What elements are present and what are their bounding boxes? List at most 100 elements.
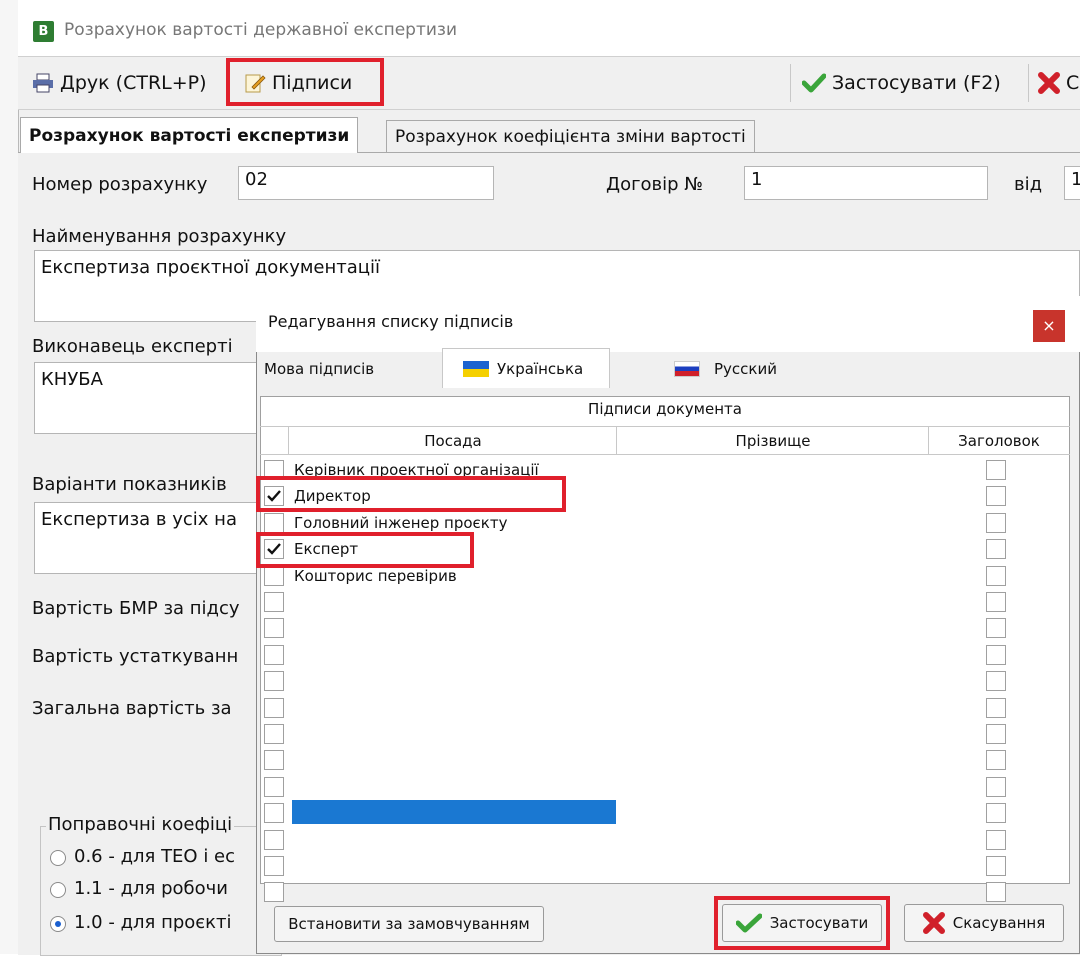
heading-checkbox[interactable]: [986, 698, 1006, 718]
executor-label: Виконавець експерті: [32, 336, 233, 357]
grid-col-sep: [288, 427, 289, 454]
toolbar-separator: [790, 64, 791, 102]
row-checkbox[interactable]: [264, 566, 284, 586]
heading-checkbox[interactable]: [986, 671, 1006, 691]
heading-checkbox[interactable]: [986, 618, 1006, 638]
ukraine-flag-icon: [463, 360, 489, 377]
director-row-highlight: [256, 476, 566, 512]
apply-f2-label: Застосувати (F2): [832, 72, 1001, 94]
radio-coef-0-6-label: 0.6 - для ТЕО і ес: [74, 846, 236, 867]
window-title: Розрахунок вартості державної експертизи: [64, 20, 457, 40]
language-label: Мова підписів: [264, 360, 375, 378]
app-icon: В: [33, 21, 54, 42]
heading-checkbox[interactable]: [986, 460, 1006, 480]
cancel-toolbar-button[interactable]: С: [1038, 66, 1079, 100]
column-header-heading[interactable]: Заголовок: [930, 432, 1068, 450]
radio-coef-1-0[interactable]: [50, 916, 66, 932]
print-label: Друк (CTRL+P): [60, 72, 207, 94]
heading-checkbox[interactable]: [986, 513, 1006, 533]
expert-row-highlight: [256, 532, 474, 568]
row-checkbox[interactable]: [264, 513, 284, 533]
row-checkbox[interactable]: [264, 750, 284, 770]
heading-checkbox[interactable]: [986, 750, 1006, 770]
check-icon: [802, 73, 826, 93]
from-date-input[interactable]: 1: [1064, 166, 1080, 200]
grid-col-sep: [616, 427, 617, 454]
red-cross-icon: [1038, 72, 1060, 94]
variants-label: Варіанти показників: [32, 474, 227, 495]
executor-textarea[interactable]: КНУБА: [34, 362, 264, 434]
russian-label: Русский: [714, 360, 777, 378]
equipment-label: Вартість устаткуванн: [32, 646, 239, 667]
heading-checkbox[interactable]: [986, 724, 1006, 744]
ukrainian-label: Українська: [497, 359, 584, 378]
column-header-position[interactable]: Посада: [290, 432, 616, 450]
row-checkbox[interactable]: [264, 882, 284, 902]
toolbar-separator: [1028, 64, 1029, 102]
tab-russian[interactable]: Русский: [674, 356, 777, 382]
heading-checkbox[interactable]: [986, 566, 1006, 586]
heading-checkbox[interactable]: [986, 856, 1006, 876]
coefficients-label: Поправочні коефіці: [46, 814, 235, 835]
heading-checkbox[interactable]: [986, 882, 1006, 902]
dialog-title: Редагування списку підписів: [268, 312, 514, 331]
radio-coef-1-0-label: 1.0 - для проєкті: [74, 912, 232, 933]
background-window-edge: [0, 0, 18, 954]
variants-textarea[interactable]: Експертиза в усіх на: [34, 502, 264, 574]
set-default-button[interactable]: Встановити за замовчуванням: [274, 906, 544, 942]
heading-checkbox[interactable]: [986, 592, 1006, 612]
row-checkbox[interactable]: [264, 803, 284, 823]
contract-label: Договір №: [606, 174, 704, 195]
contract-input[interactable]: 1: [744, 166, 988, 200]
row-checkbox[interactable]: [264, 830, 284, 850]
signature-pen-icon: [245, 74, 266, 93]
apply-f2-button[interactable]: Застосувати (F2): [802, 66, 1001, 100]
grid-title: Підписи документа: [588, 400, 742, 418]
cancel-toolbar-label: С: [1066, 72, 1080, 94]
dialog-apply-button[interactable]: Застосувати: [722, 904, 882, 942]
row-position[interactable]: Кошторис перевірив: [294, 567, 457, 585]
grid-header-line: [260, 426, 1070, 427]
radio-coef-1-1[interactable]: [50, 882, 66, 898]
radio-coef-0-6[interactable]: [50, 850, 66, 866]
row-checkbox[interactable]: [264, 671, 284, 691]
dialog-apply-label: Застосувати: [769, 914, 869, 932]
signatures-label: Підписи: [272, 72, 353, 94]
heading-checkbox[interactable]: [986, 539, 1006, 559]
row-checkbox[interactable]: [264, 592, 284, 612]
heading-checkbox[interactable]: [986, 830, 1006, 850]
row-checkbox[interactable]: [264, 618, 284, 638]
heading-checkbox[interactable]: [986, 777, 1006, 797]
from-label: від: [1014, 174, 1043, 195]
row-position[interactable]: Головний інженер проєкту: [294, 514, 507, 532]
bmr-label: Вартість БМР за підсу: [32, 598, 240, 619]
tab-cost-calculation[interactable]: Розрахунок вартості експертизи: [20, 117, 359, 153]
row-checkbox[interactable]: [264, 645, 284, 665]
signatures-button[interactable]: Підписи: [244, 66, 352, 100]
row-checkbox[interactable]: [264, 724, 284, 744]
row-checkbox[interactable]: [264, 856, 284, 876]
row-checkbox[interactable]: [264, 698, 284, 718]
tab-ukrainian[interactable]: Українська: [442, 348, 610, 388]
selected-cell[interactable]: [292, 800, 616, 824]
heading-checkbox[interactable]: [986, 486, 1006, 506]
heading-checkbox[interactable]: [986, 645, 1006, 665]
tab-coefficient-calculation[interactable]: Розрахунок коефіцієнта зміни вартості: [386, 120, 755, 152]
check-icon: [735, 913, 762, 933]
row-checkbox[interactable]: [264, 777, 284, 797]
dialog-close-button[interactable]: ×: [1033, 310, 1065, 342]
dialog-cancel-button[interactable]: Скасування: [904, 904, 1064, 942]
red-cross-icon: [922, 912, 945, 934]
name-label: Найменування розрахунку: [32, 226, 287, 247]
grid-col-sep: [928, 427, 929, 454]
total-label: Загальна вартість за: [32, 698, 232, 719]
heading-checkbox[interactable]: [986, 803, 1006, 823]
set-default-label: Встановити за замовчуванням: [288, 915, 530, 933]
radio-coef-1-1-label: 1.1 - для робочи: [74, 878, 228, 899]
calc-number-label: Номер розрахунку: [32, 174, 208, 195]
calc-number-input[interactable]: 02: [238, 166, 494, 200]
printer-icon: [33, 73, 53, 93]
print-button[interactable]: Друк (CTRL+P): [32, 66, 207, 100]
column-header-surname[interactable]: Прізвище: [618, 432, 928, 450]
dialog-cancel-label: Скасування: [952, 914, 1046, 932]
